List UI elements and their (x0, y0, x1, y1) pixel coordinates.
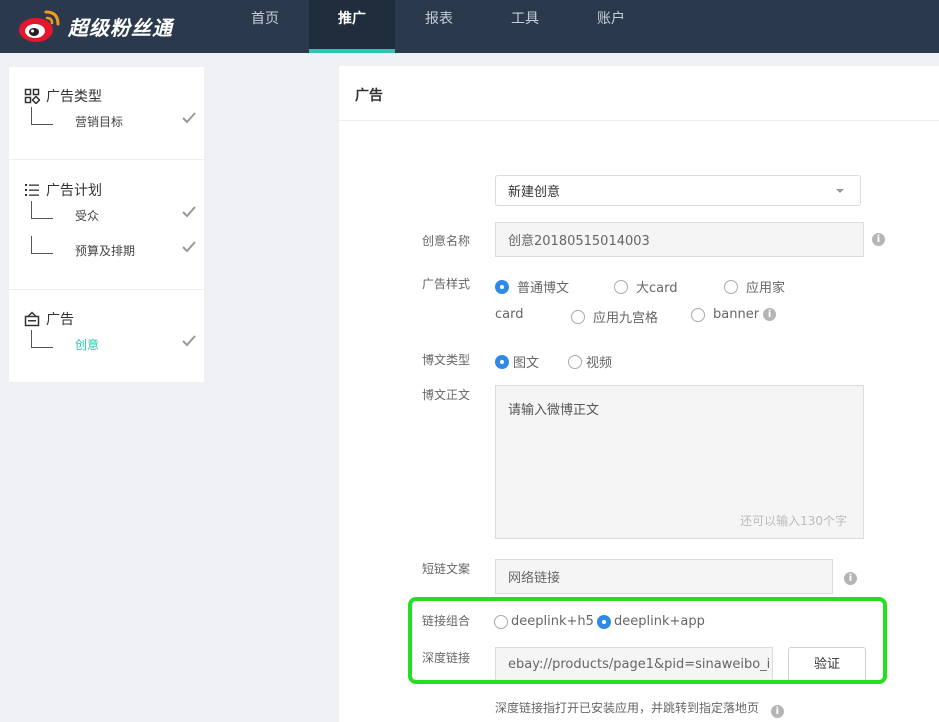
nav-tools[interactable]: 工具 (484, 0, 566, 53)
post-type-label: 博文类型 (422, 353, 471, 367)
sidebar-group-title: 广告 (46, 312, 74, 328)
nav-promotion[interactable]: 推广 (309, 0, 395, 53)
ad-box-icon (24, 311, 40, 327)
radio-deeplink-h5[interactable]: deeplink+h5 (494, 614, 594, 629)
chevron-down-icon (836, 189, 844, 193)
tree-branch (31, 330, 53, 348)
sidebar-item-label: 预算及排期 (75, 244, 136, 258)
post-body-label: 博文正文 (422, 388, 471, 402)
char-counter: 还可以输入130个字 (740, 514, 847, 528)
radio-unselected-icon (494, 614, 508, 629)
short-link-input[interactable]: 网络链接 (495, 559, 833, 594)
nav-home[interactable]: 首页 (224, 0, 306, 53)
creative-select-value: 新建创意 (508, 185, 561, 200)
info-icon[interactable]: i (844, 572, 857, 585)
page-title: 广告 (355, 88, 383, 104)
sidebar-group-ad[interactable]: 广告 (24, 309, 74, 329)
post-body-textarea[interactable]: 请输入微博正文 还可以输入130个字 (495, 385, 864, 539)
radio-label: 应用九宫格 (593, 311, 659, 326)
radio-deeplink-app[interactable]: deeplink+app (597, 614, 705, 629)
deep-link-value: ebay://products/page1&pid=sinaweibo_i (508, 657, 771, 672)
info-icon[interactable]: i (763, 308, 777, 321)
radio-label: 图文 (513, 356, 540, 371)
app-logo[interactable]: 超级粉丝通 (18, 6, 173, 46)
radio-selected-icon (495, 354, 509, 369)
ad-style-wrap-text: card (495, 307, 524, 322)
checkmark-icon (182, 112, 196, 124)
checkmark-icon (182, 206, 196, 218)
radio-banner[interactable]: banner i (691, 307, 777, 322)
radio-label: banner (713, 307, 760, 322)
sidebar-item-audience[interactable]: 受众 (31, 201, 201, 227)
creative-name-label: 创意名称 (422, 234, 471, 248)
deep-link-input[interactable]: ebay://products/page1&pid=sinaweibo_i (495, 647, 773, 682)
sidebar-item-marketing-goal[interactable]: 营销目标 (31, 107, 201, 133)
app-title: 超级粉丝通 (68, 15, 173, 40)
creative-name-input[interactable]: 创意20180515014003 (495, 222, 864, 257)
nav-account[interactable]: 账户 (570, 0, 652, 53)
sidebar-item-label: 营销目标 (75, 115, 124, 129)
sidebar-group-title: 广告计划 (46, 183, 102, 199)
sidebar-divider (9, 159, 204, 160)
radio-unselected-icon (614, 279, 628, 294)
sidebar-divider (9, 289, 204, 290)
sidebar-item-label: 创意 (75, 338, 100, 352)
link-combo-label: 链接组合 (422, 614, 471, 628)
radio-ordinary-post[interactable]: 普通博文 (495, 277, 569, 296)
creative-select[interactable]: 新建创意 (495, 175, 861, 206)
radio-label: 大card (636, 281, 678, 296)
checkmark-icon (182, 335, 196, 347)
creative-name-value: 创意20180515014003 (508, 234, 650, 249)
list-icon (25, 184, 39, 196)
radio-label: 普通博文 (517, 281, 570, 296)
tree-branch (31, 201, 53, 219)
info-icon[interactable]: i (770, 705, 784, 718)
sidebar-group-ad-type[interactable]: 广告类型 (24, 86, 102, 106)
short-link-label: 短链文案 (422, 562, 471, 576)
radio-selected-icon (597, 614, 611, 629)
weibo-logo-icon (19, 10, 60, 42)
deep-link-hint: 深度链接指打开已安装应用，并跳转到指定落地页 i (495, 699, 784, 718)
radio-label: 视频 (586, 356, 613, 371)
step-sidebar: 广告类型 营销目标 广告计划 受众 预算及排期 广告 创意 (9, 67, 204, 382)
radio-app-nine-grid[interactable]: 应用九宫格 (571, 307, 658, 326)
post-body-placeholder: 请输入微博正文 (508, 403, 600, 418)
radio-big-card[interactable]: 大card (614, 277, 677, 296)
radio-label: deeplink+h5 (511, 614, 594, 629)
radio-selected-icon (495, 279, 509, 294)
radio-unselected-icon (568, 354, 582, 369)
radio-image-text[interactable]: 图文 (495, 352, 539, 371)
radio-video[interactable]: 视频 (568, 352, 612, 371)
tree-branch (31, 107, 53, 125)
sidebar-group-ad-plan[interactable]: 广告计划 (24, 180, 102, 200)
ad-style-label: 广告样式 (422, 277, 471, 291)
title-divider (339, 120, 939, 121)
nav-reports[interactable]: 报表 (398, 0, 480, 53)
short-link-value: 网络链接 (508, 571, 561, 586)
checkmark-icon (182, 241, 196, 253)
radio-label: 应用家 (746, 281, 786, 296)
top-navigation-bar: 超级粉丝通 首页 推广 报表 工具 账户 (0, 0, 939, 53)
radio-unselected-icon (691, 307, 705, 322)
tree-branch (31, 236, 53, 254)
radio-label: deeplink+app (614, 614, 705, 629)
info-icon[interactable]: i (872, 233, 885, 246)
sidebar-item-label: 受众 (75, 209, 100, 223)
radio-app-home[interactable]: 应用家 (724, 277, 785, 296)
radio-unselected-icon (571, 309, 585, 324)
verify-button[interactable]: 验证 (788, 647, 866, 682)
grid-icon (24, 88, 40, 104)
sidebar-item-creative[interactable]: 创意 (31, 330, 201, 356)
sidebar-item-budget-schedule[interactable]: 预算及排期 (31, 236, 201, 262)
ad-form-panel: 广告 新建创意 创意名称 创意20180515014003 i 广告样式 普通博… (339, 66, 939, 722)
deep-link-label: 深度链接 (422, 651, 471, 665)
radio-unselected-icon (724, 279, 738, 294)
hint-text: 深度链接指打开已安装应用，并跳转到指定落地页 (495, 701, 760, 715)
sidebar-group-title: 广告类型 (46, 89, 102, 105)
